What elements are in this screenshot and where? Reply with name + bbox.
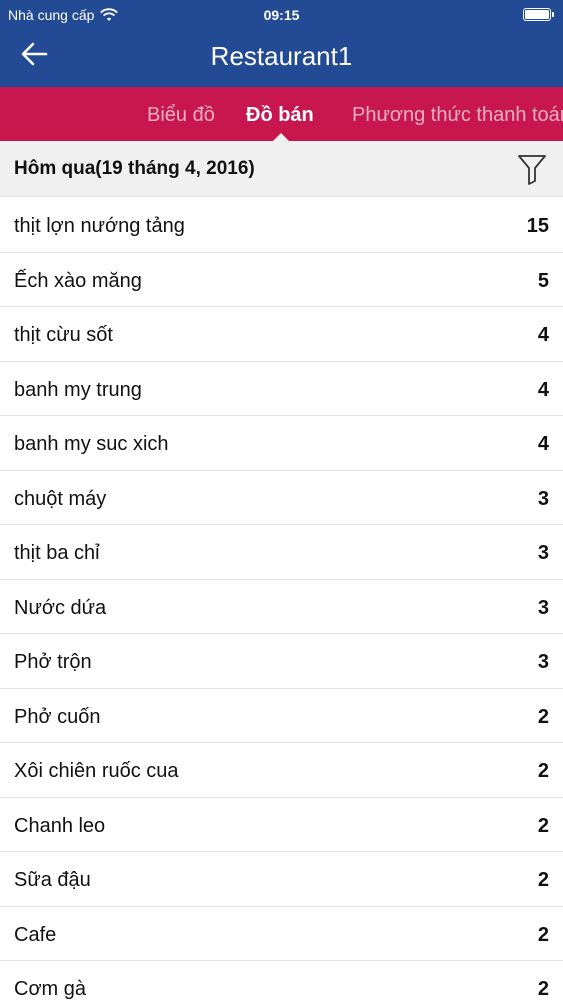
battery-icon bbox=[523, 8, 554, 21]
status-bar: Nhà cung cấp 09:15 bbox=[0, 0, 563, 30]
status-time: 09:15 bbox=[263, 7, 300, 23]
item-quantity: 3 bbox=[537, 651, 549, 673]
item-quantity: 5 bbox=[537, 269, 549, 292]
list-item[interactable]: Nước dứa 3 bbox=[0, 580, 563, 634]
date-label: Hôm qua(19 tháng 4, 2016) bbox=[14, 158, 255, 179]
item-quantity: 3 bbox=[537, 487, 549, 510]
list-item[interactable]: Xôi chiên ruốc cua 2 bbox=[0, 743, 563, 798]
list-item[interactable]: Cơm gà 2 bbox=[0, 961, 563, 1000]
tab-payment-methods[interactable]: Phương thức thanh toán bbox=[352, 87, 563, 141]
page-title: Restaurant1 bbox=[210, 41, 353, 71]
item-name: Ếch xào măng bbox=[14, 269, 142, 292]
list-item[interactable]: thịt ba chỉ 3 bbox=[0, 525, 563, 580]
item-quantity: 3 bbox=[537, 596, 549, 619]
list-item[interactable]: Phở trộn 3 bbox=[0, 634, 563, 689]
item-quantity: 2 bbox=[537, 923, 549, 946]
item-quantity: 4 bbox=[537, 324, 549, 346]
item-name: thịt lợn nướng tảng bbox=[14, 215, 185, 237]
date-header: Hôm qua(19 tháng 4, 2016) bbox=[0, 141, 563, 197]
item-quantity: 2 bbox=[537, 978, 549, 1000]
item-quantity: 4 bbox=[537, 378, 549, 401]
item-name: Phở trộn bbox=[14, 651, 92, 673]
tab-chart[interactable]: Biểu đồ bbox=[147, 87, 215, 141]
items-sold-list: thịt lợn nướng tảng 15 Ếch xào măng 5 thịt… bbox=[0, 198, 563, 1000]
item-name: banh my trung bbox=[14, 378, 142, 401]
item-quantity: 4 bbox=[537, 433, 549, 455]
item-name: Phở cuốn bbox=[14, 705, 101, 728]
item-name: thịt ba chỉ bbox=[14, 542, 100, 564]
item-quantity: 3 bbox=[537, 542, 549, 564]
item-name: Cơm gà bbox=[14, 978, 87, 1000]
list-item[interactable]: Cafe 2 bbox=[0, 907, 563, 961]
filter-icon bbox=[518, 155, 546, 185]
item-name: Chanh leo bbox=[14, 814, 106, 837]
item-name: Xôi chiên ruốc cua bbox=[14, 760, 179, 782]
item-quantity: 2 bbox=[537, 760, 549, 782]
list-item[interactable]: Ếch xào măng 5 bbox=[0, 253, 563, 307]
item-quantity: 2 bbox=[537, 814, 549, 837]
list-item[interactable]: thịt lợn nướng tảng 15 bbox=[0, 198, 563, 253]
list-item[interactable]: banh my trung 4 bbox=[0, 362, 563, 416]
filter-button[interactable] bbox=[515, 152, 549, 186]
item-name: thịt cừu sốt bbox=[14, 324, 113, 346]
item-quantity: 2 bbox=[537, 869, 549, 891]
item-name: Cafe bbox=[14, 923, 57, 946]
item-name: Sữa đậu bbox=[14, 869, 91, 891]
list-item[interactable]: Phở cuốn 2 bbox=[0, 689, 563, 743]
app-header: Nhà cung cấp 09:15 Restaurant1 bbox=[0, 0, 563, 87]
list-item[interactable]: Sữa đậu 2 bbox=[0, 852, 563, 907]
item-quantity: 2 bbox=[537, 705, 549, 728]
list-item[interactable]: Chanh leo 2 bbox=[0, 798, 563, 852]
list-item[interactable]: banh my suc xich 4 bbox=[0, 416, 563, 471]
item-name: chuột máy bbox=[14, 487, 107, 510]
list-item[interactable]: thịt cừu sốt 4 bbox=[0, 307, 563, 362]
item-name: banh my suc xich bbox=[14, 433, 169, 455]
item-quantity: 15 bbox=[526, 215, 549, 237]
item-name: Nước dứa bbox=[14, 596, 107, 619]
list-item[interactable]: chuột máy 3 bbox=[0, 471, 563, 525]
